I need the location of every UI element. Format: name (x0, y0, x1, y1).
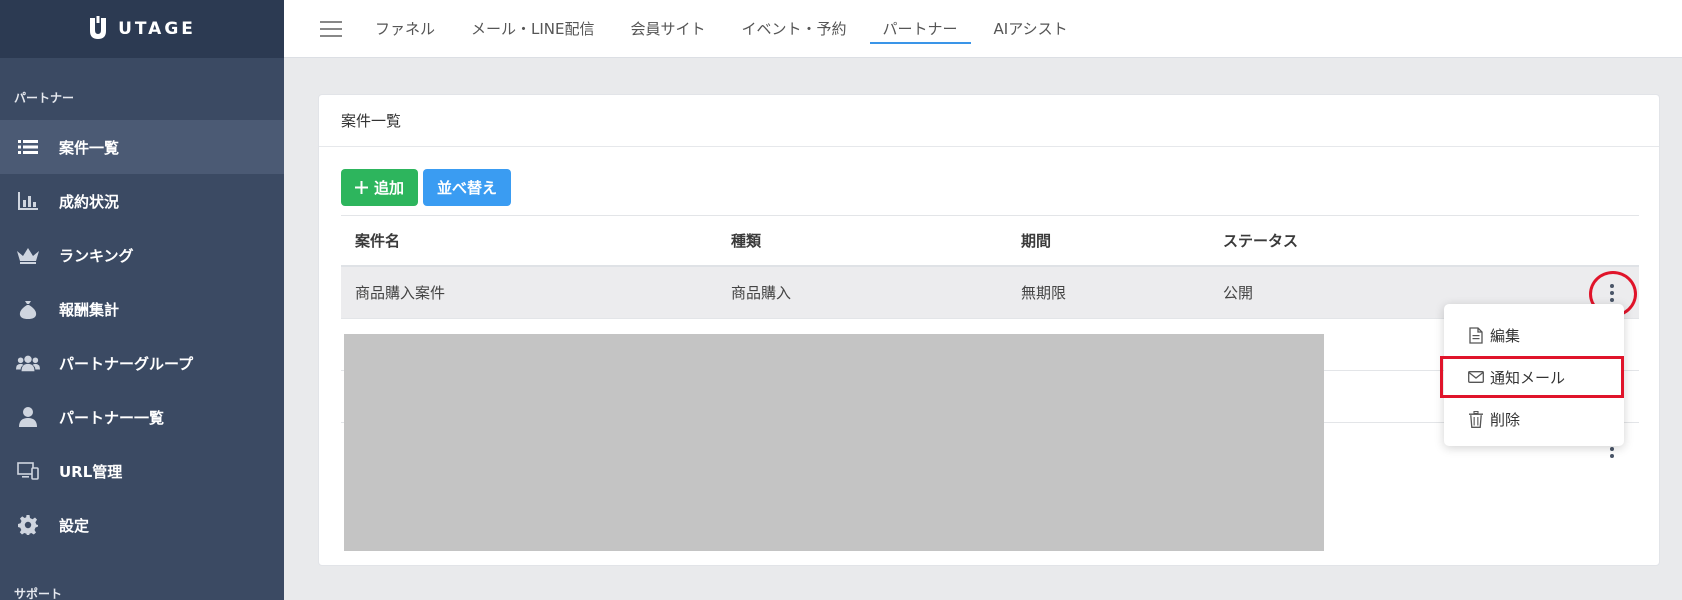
gear-icon (16, 513, 40, 537)
cell-status: 公開 (1223, 284, 1254, 302)
redacted-area (344, 334, 1324, 551)
card-toolbar: 追加 並べ替え (341, 169, 512, 206)
add-button-label: 追加 (374, 179, 405, 197)
brand-name: UTAGE (118, 19, 196, 39)
sidebar-item-partner-list[interactable]: パートナー一覧 (0, 390, 284, 444)
users-icon (16, 351, 40, 375)
annotation-highlight-box (1440, 356, 1624, 398)
sidebar-section-label-support: サポート (14, 587, 63, 600)
sidebar-item-reward-summary[interactable]: 報酬集計 (0, 282, 284, 336)
nav-tab-event[interactable]: イベント・予約 (729, 0, 860, 58)
cell-period: 無期限 (1021, 284, 1067, 302)
sidebar-item-label: ランキング (59, 246, 134, 265)
bar-chart-icon (16, 189, 40, 213)
sidebar-item-label: 成約状況 (59, 192, 120, 211)
nav-tab-mail-line[interactable]: メール・LINE配信 (458, 0, 607, 58)
sidebar-item-url-management[interactable]: URL管理 (0, 444, 284, 498)
sidebar-item-label: URL管理 (59, 462, 123, 481)
user-icon (16, 405, 40, 429)
table-header-row: 案件名 種類 期間 ステータス (341, 215, 1639, 267)
sidebar-item-contract-status[interactable]: 成約状況 (0, 174, 284, 228)
sidebar-item-settings[interactable]: 設定 (0, 498, 284, 552)
top-navbar: ファネル メール・LINE配信 会員サイト イベント・予約 パートナー AIアシ… (284, 0, 1682, 58)
sidebar-item-label: 案件一覧 (59, 138, 120, 157)
sidebar-item-campaign-list[interactable]: 案件一覧 (0, 120, 284, 174)
column-header-type[interactable]: 種類 (731, 230, 761, 251)
sidebar-item-label: パートナー一覧 (59, 408, 165, 427)
hamburger-menu-icon[interactable] (320, 20, 342, 37)
nav-tab-member-site[interactable]: 会員サイト (618, 0, 719, 58)
trash-icon (1468, 410, 1484, 428)
devices-icon (16, 459, 40, 483)
sort-button[interactable]: 並べ替え (423, 169, 512, 206)
sidebar-item-label: 報酬集計 (59, 300, 120, 319)
money-bag-icon (16, 297, 40, 321)
cell-name: 商品購入案件 (355, 284, 446, 302)
cell-type: 商品購入 (731, 284, 792, 302)
column-header-status[interactable]: ステータス (1223, 230, 1298, 251)
add-button[interactable]: 追加 (341, 169, 419, 206)
menu-item-delete[interactable]: 削除 (1444, 398, 1624, 440)
menu-item-edit[interactable]: 編集 (1444, 314, 1624, 356)
sidebar-item-label: パートナーグループ (59, 354, 194, 373)
document-icon (1468, 326, 1484, 344)
utage-logo-icon (90, 16, 107, 39)
crown-icon (16, 243, 40, 267)
sidebar: UTAGE パートナー 案件一覧 成約状況 ランキング 報酬集計 パートナーグル… (0, 0, 284, 600)
list-icon (16, 135, 40, 159)
column-header-period[interactable]: 期間 (1021, 230, 1051, 251)
menu-item-label: 削除 (1490, 410, 1521, 429)
nav-tab-partner[interactable]: パートナー (869, 0, 971, 58)
column-header-name[interactable]: 案件名 (355, 230, 400, 251)
nav-tab-ai-assist[interactable]: AIアシスト (981, 0, 1081, 58)
nav-tab-funnel[interactable]: ファネル (362, 0, 448, 58)
sidebar-section-label: パートナー (14, 91, 75, 105)
card-title: 案件一覧 (319, 95, 1659, 147)
sidebar-item-label: 設定 (59, 516, 90, 535)
sidebar-item-partner-group[interactable]: パートナーグループ (0, 336, 284, 390)
menu-item-label: 編集 (1490, 326, 1521, 345)
brand-logo[interactable]: UTAGE (0, 0, 284, 58)
plus-icon (355, 181, 368, 194)
sidebar-item-ranking[interactable]: ランキング (0, 228, 284, 282)
